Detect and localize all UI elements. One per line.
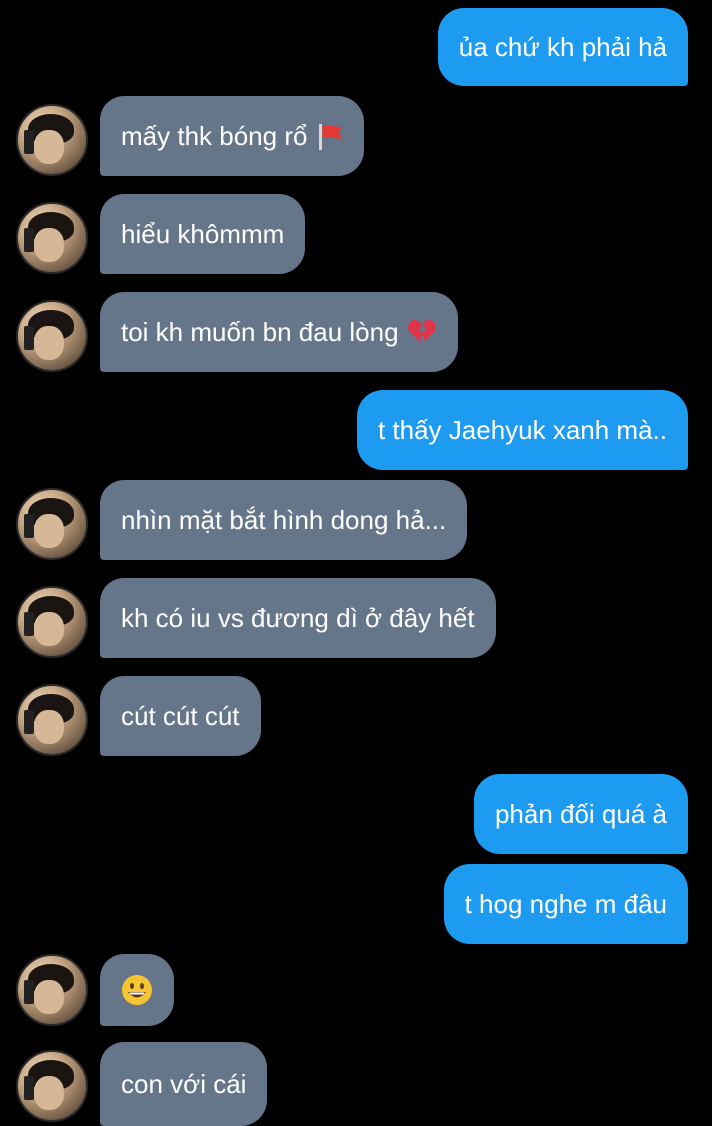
avatar[interactable] (16, 300, 88, 372)
message-text: kh có iu vs đương dì ở đây hết (121, 603, 475, 633)
avatar[interactable] (16, 488, 88, 560)
received-message-bubble[interactable] (100, 954, 174, 1026)
message-text: hiểu khômmm (121, 219, 285, 249)
sent-message-bubble[interactable]: ủa chứ kh phải hả (437, 8, 688, 86)
grinning-face-icon (120, 973, 154, 1007)
received-message-bubble[interactable]: hiểu khômmm (100, 194, 306, 274)
message-text: t thấy Jaehyuk xanh mà.. (377, 415, 667, 445)
avatar[interactable] (16, 954, 88, 1026)
received-message-bubble[interactable]: cút cút cút (100, 676, 261, 756)
red-flag-icon (315, 122, 343, 150)
avatar[interactable] (16, 684, 88, 756)
avatar[interactable] (16, 104, 88, 176)
sent-message-bubble[interactable]: t thấy Jaehyuk xanh mà.. (356, 390, 688, 470)
received-message-bubble[interactable]: mấy thk bóng rổ (100, 96, 365, 176)
avatar[interactable] (16, 202, 88, 274)
message-text: nhìn mặt bắt hình dong hả... (121, 505, 447, 535)
message-text: phản đối quá à (494, 799, 667, 829)
received-message-bubble[interactable]: con với cái (100, 1042, 268, 1126)
received-message-bubble[interactable]: kh có iu vs đương dì ở đây hết (100, 578, 496, 658)
avatar[interactable] (16, 1050, 88, 1122)
chat-thread: ủa chứ kh phải hả mấy thk bóng rổ hiểu k… (0, 0, 712, 1126)
message-text: con với cái (121, 1069, 247, 1099)
message-text: mấy thk bóng rổ (121, 121, 308, 151)
sent-message-bubble[interactable]: t hog nghe m đâu (443, 864, 688, 944)
message-text: cút cút cút (121, 701, 240, 731)
avatar[interactable] (16, 586, 88, 658)
broken-heart-icon (407, 318, 437, 346)
message-text: ủa chứ kh phải hả (458, 32, 667, 62)
message-text: toi kh muốn bn đau lòng (121, 317, 399, 347)
sent-message-bubble[interactable]: phản đối quá à (473, 774, 688, 854)
received-message-bubble[interactable]: nhìn mặt bắt hình dong hả... (100, 480, 468, 560)
received-message-bubble[interactable]: toi kh muốn bn đau lòng (100, 292, 458, 372)
message-text: t hog nghe m đâu (464, 889, 667, 919)
